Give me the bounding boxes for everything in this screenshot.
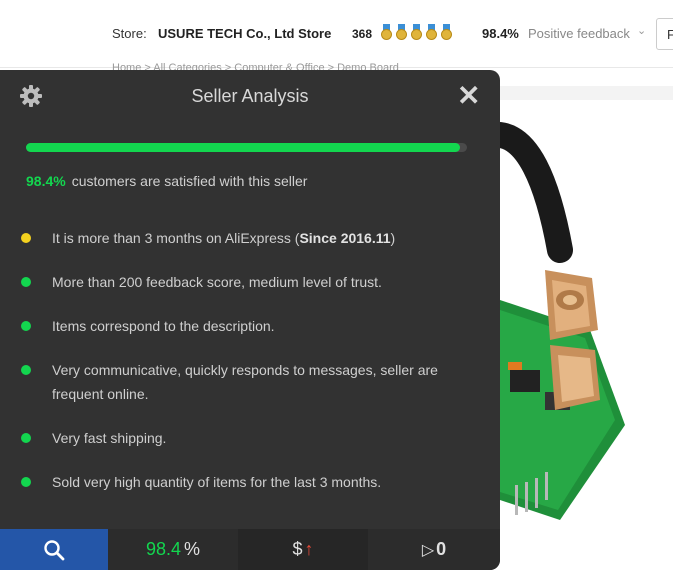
seller-analysis-panel: Seller Analysis ✕ 98.4% customers are sat… [0, 70, 500, 570]
criteria-text: It is more than 3 months on AliExpress (… [52, 230, 396, 246]
video-count: 0 [436, 539, 447, 559]
follow-button[interactable]: F [656, 18, 673, 50]
status-dot-icon [21, 365, 31, 375]
page: Store: USURE TECH Co., Ltd Store 368 98.… [0, 0, 673, 575]
dollar-icon: $ [292, 539, 303, 559]
tab-feedback-percent[interactable]: 98.4 % [108, 529, 238, 570]
product-image[interactable] [487, 100, 673, 575]
store-label: Store: [112, 26, 147, 41]
magnifier-icon [44, 539, 65, 560]
status-dot-icon [21, 321, 31, 331]
panel-title: Seller Analysis [191, 86, 309, 106]
satisfaction-progress-bar [26, 143, 467, 152]
satisfaction-text: customers are satisfied with this seller [71, 173, 308, 189]
store-header: Store: USURE TECH Co., Ltd Store 368 98.… [0, 0, 673, 74]
bottom-tab-bar: 98.4 % $ ↑ ▷ 0 [0, 529, 500, 570]
status-dot-icon [21, 277, 31, 287]
product-photo [487, 122, 625, 520]
tab-percent-value: 98.4 [145, 539, 182, 559]
arrow-up-icon: ↑ [304, 539, 314, 559]
play-icon: ▷ [421, 541, 435, 559]
medal-icon [440, 24, 453, 41]
tab-video[interactable]: ▷ 0 [368, 529, 500, 570]
status-dot-icon [21, 477, 31, 487]
close-icon[interactable]: ✕ [457, 82, 480, 110]
tab-search[interactable] [0, 529, 108, 570]
seller-medals [380, 24, 453, 41]
status-dot-icon [21, 433, 31, 443]
satisfaction-summary: 98.4% customers are satisfied with this s… [26, 173, 307, 189]
store-name-link[interactable]: USURE TECH Co., Ltd Store [158, 26, 331, 41]
status-dot-icon [21, 233, 31, 243]
store-score: 368 [352, 27, 373, 41]
chevron-down-icon[interactable]: ⌄ [637, 24, 646, 37]
medal-icon [410, 24, 423, 41]
store-info-row: Store: USURE TECH Co., Ltd Store 368 98.… [0, 18, 673, 50]
criteria-text: Sold very high quantity of items for the… [52, 474, 382, 490]
satisfaction-percent: 98.4% [26, 173, 66, 189]
criteria-text: Items correspond to the description. [52, 318, 275, 334]
criteria-text: Very fast shipping. [52, 430, 167, 446]
tab-percent-sign: % [184, 539, 201, 559]
criteria-text: More than 200 feedback score, medium lev… [52, 274, 382, 290]
medal-icon [425, 24, 438, 41]
medal-icon [380, 24, 393, 41]
satisfaction-progress-fill [26, 143, 460, 152]
medal-icon [395, 24, 408, 41]
positive-feedback-dropdown[interactable]: Positive feedback [528, 26, 630, 41]
positive-feedback-percent: 98.4% [482, 26, 519, 41]
tab-price-history[interactable]: $ ↑ [238, 529, 368, 570]
criteria-text: Very communicative, quickly responds to … [52, 362, 438, 402]
